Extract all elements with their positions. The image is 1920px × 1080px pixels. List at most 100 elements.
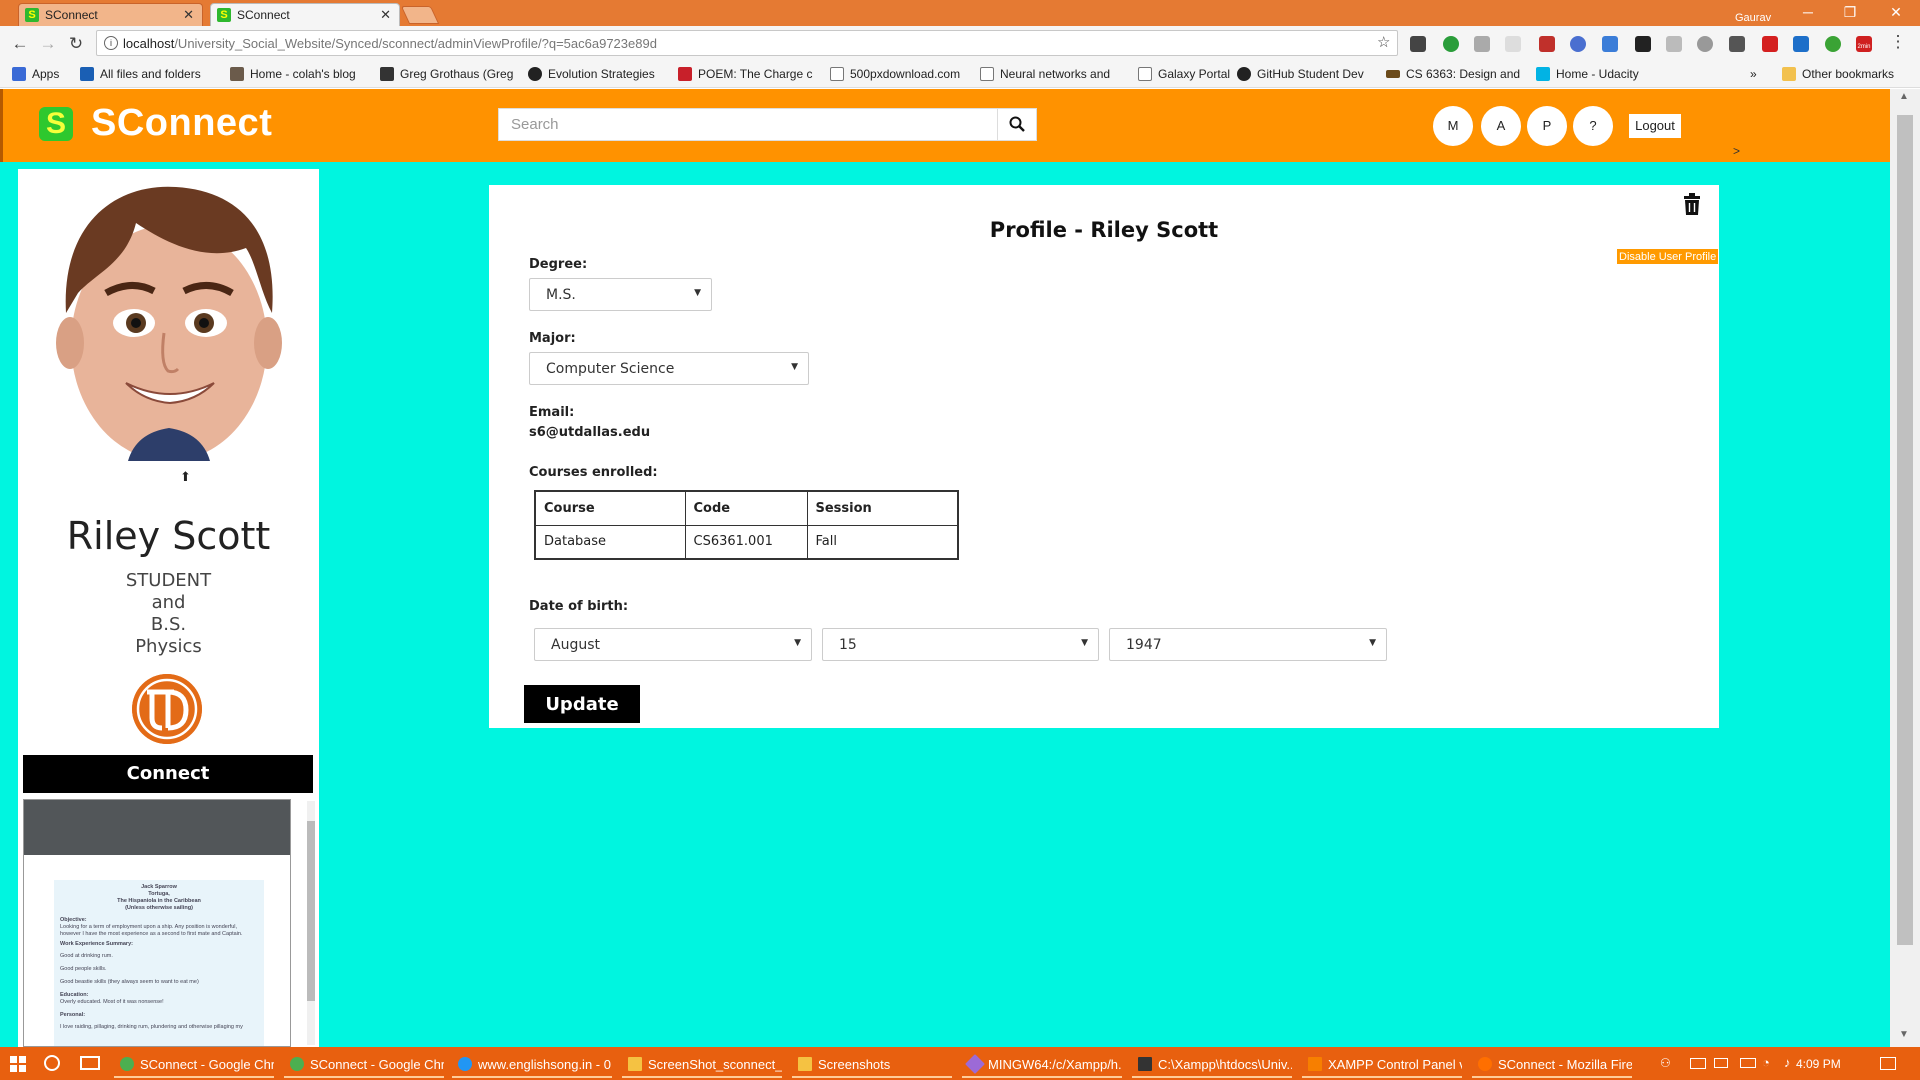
taskbar-item[interactable]: SConnect - Google Chr... bbox=[284, 1050, 444, 1078]
back-icon[interactable]: ← bbox=[10, 34, 30, 54]
tray-app-icon[interactable] bbox=[1714, 1058, 1728, 1068]
extension-icon[interactable] bbox=[1762, 36, 1778, 52]
bookmark-item[interactable]: POEM: The Charge c bbox=[678, 67, 818, 81]
dob-day-select[interactable]: 15 ▼ bbox=[822, 628, 1099, 661]
bookmark-item[interactable]: GitHub Student Dev bbox=[1237, 67, 1375, 81]
trash-icon[interactable] bbox=[1682, 193, 1702, 215]
bookmark-star-icon[interactable]: ☆ bbox=[1377, 33, 1390, 51]
bookmark-item[interactable]: Home - colah's blog bbox=[230, 67, 370, 81]
taskbar-item[interactable]: XAMPP Control Panel v... bbox=[1302, 1050, 1462, 1078]
degree-select[interactable]: M.S. ▼ bbox=[529, 278, 712, 311]
major-select[interactable]: Computer Science ▼ bbox=[529, 352, 809, 385]
cortana-icon[interactable] bbox=[44, 1055, 60, 1071]
resume-text: Good beastie skills (they always seem to… bbox=[60, 979, 199, 985]
resume-scrollbar[interactable] bbox=[307, 801, 315, 1045]
windows-start-icon[interactable] bbox=[10, 1056, 26, 1072]
dob-month-select[interactable]: August ▼ bbox=[534, 628, 812, 661]
tray-app-icon[interactable] bbox=[1690, 1058, 1706, 1069]
skype-extension-icon[interactable] bbox=[1602, 36, 1618, 52]
search-button[interactable] bbox=[997, 108, 1037, 141]
extension-icon[interactable] bbox=[1505, 36, 1521, 52]
resume-text: Good people skills. bbox=[60, 966, 107, 972]
terminal-icon bbox=[1138, 1057, 1152, 1071]
page-scrollbar[interactable]: ▲ ▼ bbox=[1890, 89, 1920, 1047]
taskbar-item[interactable]: www.englishsong.in - 0... bbox=[452, 1050, 612, 1078]
bookmark-item[interactable]: Greg Grothaus (Greg bbox=[380, 67, 518, 81]
close-tab-icon[interactable]: ✕ bbox=[380, 7, 391, 23]
task-view-icon[interactable] bbox=[80, 1056, 100, 1070]
forward-icon[interactable]: → bbox=[38, 34, 58, 54]
menu-kebab-icon[interactable]: ⋮ bbox=[1888, 32, 1908, 52]
taskbar-item[interactable]: C:\Xampp\htdocs\Univ... bbox=[1132, 1050, 1292, 1078]
taskbar-item[interactable]: ScreenShot_sconnect_N... bbox=[622, 1050, 782, 1078]
table-cell: Fall bbox=[806, 524, 959, 560]
extension-icon[interactable] bbox=[1825, 36, 1841, 52]
table-cell: Database bbox=[534, 524, 686, 560]
search-input[interactable] bbox=[498, 108, 998, 141]
bookmark-apps[interactable]: Apps bbox=[12, 67, 74, 81]
timer-extension-icon[interactable]: 2min bbox=[1856, 36, 1872, 52]
taskbar-item[interactable]: SConnect - Mozilla Firef... bbox=[1472, 1050, 1632, 1078]
extension-icon[interactable] bbox=[1666, 36, 1682, 52]
new-tab-button[interactable] bbox=[400, 6, 440, 24]
browser-tab-active[interactable]: S SConnect ✕ bbox=[210, 3, 400, 26]
pocket-extension-icon[interactable] bbox=[1410, 36, 1426, 52]
info-icon[interactable]: i bbox=[104, 36, 118, 50]
scroll-down-icon[interactable]: ▼ bbox=[1899, 1029, 1909, 1040]
bookmark-item[interactable]: CS 6363: Design and bbox=[1386, 67, 1524, 81]
bookmark-item[interactable]: Home - Udacity bbox=[1536, 67, 1656, 81]
extension-icon[interactable] bbox=[1635, 36, 1651, 52]
other-bookmarks[interactable]: Other bookmarks bbox=[1782, 67, 1912, 81]
restore-icon[interactable]: ❐ bbox=[1830, 4, 1870, 21]
admin-button[interactable]: A bbox=[1481, 106, 1521, 146]
bookmark-item[interactable]: All files and folders bbox=[80, 67, 212, 81]
page-icon bbox=[1138, 67, 1152, 81]
bookmark-item[interactable]: Evolution Strategies bbox=[528, 67, 668, 81]
bookmark-item[interactable]: Neural networks and bbox=[980, 67, 1116, 81]
people-icon[interactable]: ⚇ bbox=[1660, 1056, 1671, 1070]
triangle-icon bbox=[380, 67, 394, 81]
taskbar-item[interactable]: Screenshots bbox=[792, 1050, 952, 1078]
disable-user-profile-button[interactable]: Disable User Profile bbox=[1617, 249, 1719, 264]
extension-icon[interactable] bbox=[1474, 36, 1490, 52]
close-window-icon[interactable]: ✕ bbox=[1876, 4, 1916, 21]
resume-preview[interactable]: Jack Sparrow Tortuga, The Hispaniola in … bbox=[23, 799, 291, 1047]
ublock-extension-icon[interactable] bbox=[1539, 36, 1555, 52]
reload-icon[interactable]: ↻ bbox=[66, 34, 86, 54]
wifi-icon[interactable]: ◔ bbox=[1762, 1055, 1770, 1070]
extension-icon[interactable] bbox=[1729, 36, 1745, 52]
system-clock[interactable]: 4:09 PM bbox=[1796, 1057, 1841, 1071]
taskbar-item[interactable]: MINGW64:/c/Xampp/h... bbox=[962, 1050, 1122, 1078]
battery-icon[interactable] bbox=[1740, 1058, 1756, 1068]
collapse-arrow-icon[interactable]: > bbox=[1733, 144, 1740, 158]
extension-icon[interactable] bbox=[1793, 36, 1809, 52]
page-scroll-thumb[interactable] bbox=[1897, 115, 1913, 945]
dob-year-select[interactable]: 1947 ▼ bbox=[1109, 628, 1387, 661]
taskbar-item[interactable]: SConnect - Google Chr... bbox=[114, 1050, 274, 1078]
notifications-icon[interactable] bbox=[1880, 1057, 1896, 1070]
browser-tab[interactable]: S SConnect ✕ bbox=[18, 3, 203, 26]
update-button[interactable]: Update bbox=[524, 685, 640, 723]
extension-icon[interactable] bbox=[1697, 36, 1713, 52]
volume-icon[interactable]: ♪ bbox=[1784, 1055, 1791, 1070]
minimize-icon[interactable]: ─ bbox=[1788, 4, 1828, 20]
address-bar[interactable]: i localhost/University_Social_Website/Sy… bbox=[96, 30, 1398, 56]
sconnect-logo-icon[interactable]: S bbox=[39, 107, 73, 141]
upload-photo-icon[interactable]: ⬆ bbox=[180, 469, 191, 485]
profile-user-name[interactable]: Gaurav bbox=[1735, 12, 1771, 24]
help-button[interactable]: ? bbox=[1573, 106, 1613, 146]
profile-card: Profile - Riley Scott Disable User Profi… bbox=[489, 185, 1719, 728]
grammarly-extension-icon[interactable] bbox=[1443, 36, 1459, 52]
brand-name[interactable]: SConnect bbox=[91, 102, 272, 145]
profile-button[interactable]: P bbox=[1527, 106, 1567, 146]
close-tab-icon[interactable]: ✕ bbox=[183, 7, 194, 23]
block-extension-icon[interactable] bbox=[1570, 36, 1586, 52]
more-bookmarks-icon[interactable]: » bbox=[1750, 67, 1757, 81]
bookmark-item[interactable]: 500pxdownload.com bbox=[830, 67, 966, 81]
scroll-up-icon[interactable]: ▲ bbox=[1899, 91, 1909, 102]
messages-button[interactable]: M bbox=[1433, 106, 1473, 146]
resume-scroll-thumb[interactable] bbox=[307, 821, 315, 1001]
bookmark-item[interactable]: Galaxy Portal bbox=[1138, 67, 1238, 81]
connect-button[interactable]: Connect bbox=[23, 755, 313, 793]
logout-button[interactable]: Logout bbox=[1629, 114, 1681, 138]
